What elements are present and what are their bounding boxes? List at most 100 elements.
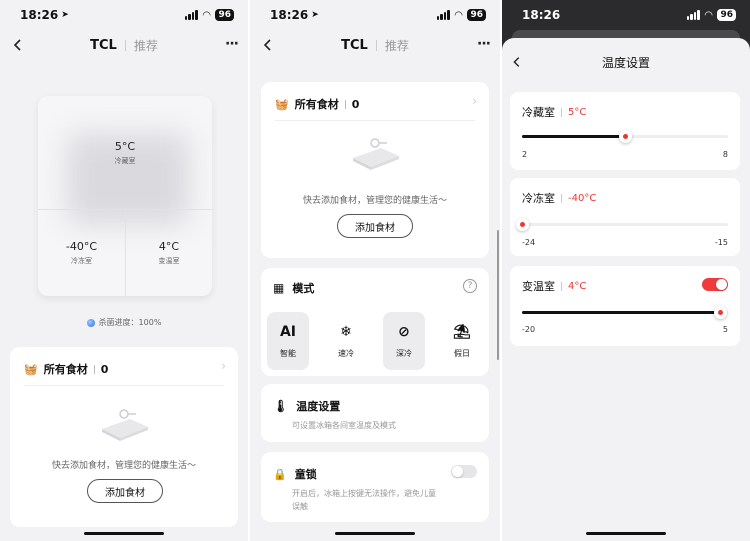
deep-cool-icon: ⊘ xyxy=(398,323,410,340)
wifi-icon: ◠ xyxy=(202,9,211,21)
basket-icon: 🧺 xyxy=(275,97,289,111)
device-detail-screen: 18:26 ➤ ◠ 96 TCL 推荐 ··· 🧺 所有食材 0 › 快去添加食材… xyxy=(250,0,500,541)
mode-card: ▦ 模式 ? AI 智能 ❄ 速冷 ⊘ 深冷 ⛱ 假日 xyxy=(261,268,489,376)
home-screen: 18:26 ➤ ◠ 96 TCL 推荐 ··· 5°C 冷藏室 -40°C 冷冻室… xyxy=(0,0,248,541)
status-time: 18:26 xyxy=(522,8,561,22)
compartment-value: 4°C xyxy=(568,280,587,292)
slider-min: -24 xyxy=(522,238,536,247)
add-food-button[interactable]: 添加食材 xyxy=(87,479,163,503)
mode-label: 速冷 xyxy=(338,348,354,358)
status-time: 18:26 xyxy=(270,8,309,22)
home-indicator xyxy=(335,532,415,535)
signal-icon xyxy=(686,10,700,20)
fresh-zone-temp: 5°C xyxy=(114,140,136,153)
empty-food-illustration xyxy=(102,409,148,441)
signal-icon xyxy=(436,10,450,20)
wifi-icon: ◠ xyxy=(454,9,463,21)
help-icon[interactable]: ? xyxy=(463,279,477,293)
more-icon[interactable]: ··· xyxy=(477,36,491,52)
temperature-settings-sheet: 温度设置 冷藏室 5°C 2 8 冷冻室 -40°C -24 -15 变温室 4… xyxy=(502,38,750,541)
temp-setting-subtitle: 可设置冰箱各间室温度及模式 xyxy=(292,421,396,430)
mode-label: 假日 xyxy=(454,348,470,358)
fresh-temp-slider[interactable] xyxy=(522,130,728,143)
sterilization-progress: 杀菌进度：100% xyxy=(98,318,162,327)
slider-thumb[interactable] xyxy=(713,306,727,319)
child-lock-toggle[interactable] xyxy=(451,465,477,478)
device-brand-tab[interactable]: TCL xyxy=(341,38,368,53)
mode-label: 深冷 xyxy=(396,348,412,358)
wifi-icon: ◠ xyxy=(704,9,713,21)
fresh-zone[interactable]: 5°C 冷藏室 xyxy=(38,140,212,166)
chevron-right-icon[interactable]: › xyxy=(221,359,226,373)
slider-max: 8 xyxy=(722,150,728,159)
battery-indicator: 96 xyxy=(717,9,736,21)
chevron-right-icon[interactable]: › xyxy=(472,94,477,108)
variable-zone-name: 变温室 xyxy=(158,257,180,265)
food-count: 0 xyxy=(100,362,109,376)
sterilize-icon xyxy=(86,318,95,327)
mode-holiday[interactable]: ⛱ 假日 xyxy=(441,312,483,370)
food-count: 0 xyxy=(351,97,360,111)
device-brand-tab[interactable]: TCL xyxy=(90,38,117,53)
food-card: 🧺 所有食材 0 › 快去添加食材，管理您的健康生活～ 添加食材 xyxy=(261,82,489,258)
thermometer-icon: 🌡 xyxy=(273,399,289,413)
slider-thumb[interactable] xyxy=(619,130,632,143)
variable-zone-toggle[interactable] xyxy=(702,278,728,291)
child-lock-card: 🔒 童锁 开启后，冰箱上按键无法操作，避免儿童误触 xyxy=(261,452,489,522)
compartment-value: 5°C xyxy=(568,106,587,118)
ai-icon: AI xyxy=(279,323,297,340)
status-bar: 18:26 ➤ ◠ 96 xyxy=(250,0,500,30)
mode-smart[interactable]: AI 智能 xyxy=(267,312,309,370)
recommend-tab[interactable]: 推荐 xyxy=(385,37,409,54)
snowflake-icon: ❄ xyxy=(340,323,352,340)
food-card: 🧺 所有食材 0 › 快去添加食材，管理您的健康生活～ 添加食材 xyxy=(10,347,238,527)
holiday-icon: ⛱ xyxy=(453,323,471,340)
home-indicator xyxy=(84,532,164,535)
child-lock-title: 童锁 xyxy=(294,468,317,481)
battery-indicator: 96 xyxy=(215,9,234,21)
slider-min: 2 xyxy=(522,150,528,159)
slider-thumb[interactable] xyxy=(516,218,529,231)
lock-icon: 🔒 xyxy=(273,467,287,481)
back-arrow-icon[interactable] xyxy=(260,37,276,53)
variable-zone[interactable]: 4°C 变温室 xyxy=(126,240,212,266)
slider-max: 5 xyxy=(722,325,728,334)
freezer-temp-card: 冷冻室 -40°C -24 -15 xyxy=(510,178,740,256)
recommend-tab[interactable]: 推荐 xyxy=(134,37,158,54)
compartment-name: 变温室 xyxy=(522,280,555,293)
fridge-diagram: 5°C 冷藏室 -40°C 冷冻室 4°C 变温室 xyxy=(38,96,212,296)
location-arrow-icon: ➤ xyxy=(311,10,319,20)
page-title: 温度设置 xyxy=(601,56,650,70)
freezer-zone-name: 冷冻室 xyxy=(71,257,92,265)
fresh-zone-name: 冷藏室 xyxy=(114,157,136,165)
nav-bar: TCL 推荐 ··· xyxy=(250,30,500,60)
mode-deep-cool[interactable]: ⊘ 深冷 xyxy=(383,312,425,370)
scrollbar[interactable] xyxy=(497,230,499,360)
mode-label: 智能 xyxy=(280,348,296,358)
temperature-settings-screen: 18:26 ◠ 96 温度设置 冷藏室 5°C 2 8 冷冻室 -40°C -2… xyxy=(502,0,750,541)
compartment-name: 冷藏室 xyxy=(522,106,555,119)
slider-min: -20 xyxy=(522,325,536,334)
mode-quick-cool[interactable]: ❄ 速冷 xyxy=(325,312,367,370)
food-title: 所有食材 xyxy=(43,363,88,376)
fresh-temp-card: 冷藏室 5°C 2 8 xyxy=(510,92,740,170)
variable-temp-slider[interactable] xyxy=(522,306,728,319)
food-empty-hint: 快去添加食材，管理您的健康生活～ xyxy=(302,196,447,206)
child-lock-subtitle: 开启后，冰箱上按键无法操作，避免儿童误触 xyxy=(292,489,436,511)
food-empty-hint: 快去添加食材，管理您的健康生活～ xyxy=(51,461,196,471)
freezer-temp-slider[interactable] xyxy=(516,218,728,231)
temperature-setting-card[interactable]: 🌡 温度设置 可设置冰箱各间室温度及模式 xyxy=(261,384,489,442)
empty-food-illustration xyxy=(353,138,399,170)
back-arrow-icon[interactable] xyxy=(10,37,26,53)
food-title: 所有食材 xyxy=(294,98,339,111)
nav-bar: TCL 推荐 ··· xyxy=(0,30,248,60)
basket-icon: 🧺 xyxy=(24,362,38,376)
variable-temp-card: 变温室 4°C -20 5 xyxy=(510,266,740,346)
more-icon[interactable]: ··· xyxy=(225,36,239,52)
freezer-zone[interactable]: -40°C 冷冻室 xyxy=(38,240,125,266)
add-food-button[interactable]: 添加食材 xyxy=(337,214,413,238)
battery-indicator: 96 xyxy=(467,9,486,21)
freezer-zone-temp: -40°C xyxy=(65,240,98,253)
sterilization-status: 杀菌进度：100% xyxy=(0,317,248,328)
temp-setting-title: 温度设置 xyxy=(296,400,341,413)
